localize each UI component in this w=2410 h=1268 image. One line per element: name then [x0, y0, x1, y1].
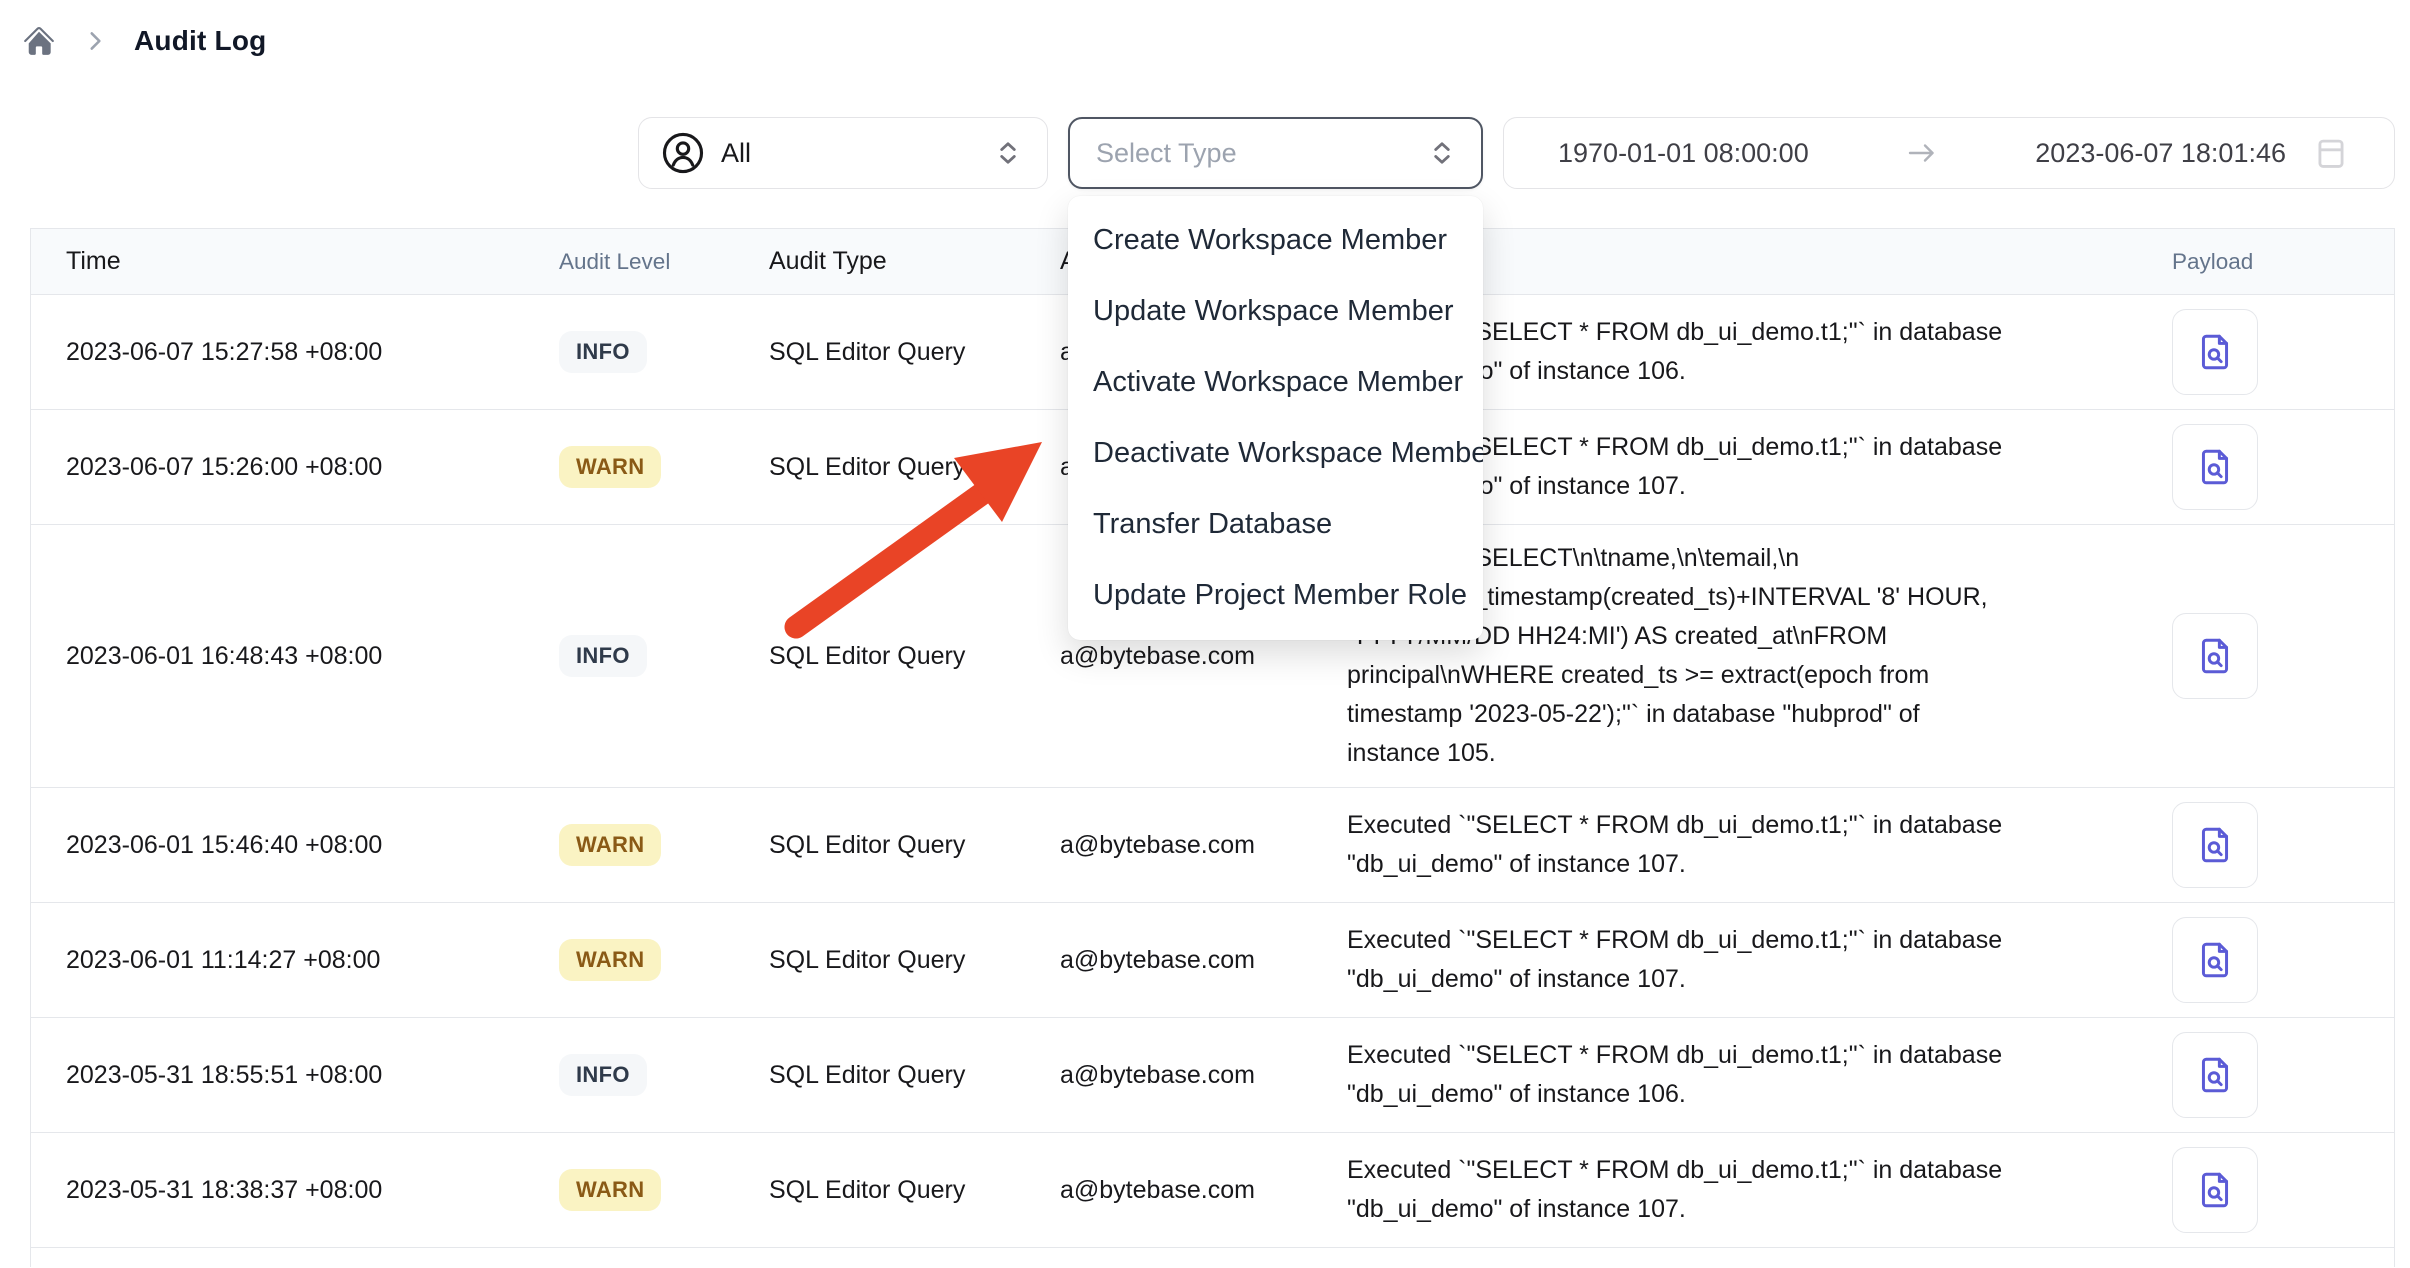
table-row: 2023-05-31 18:38:37 +08:00 WARN SQL Edit… — [31, 1133, 2394, 1248]
menu-item-activate-workspace-member[interactable]: Activate Workspace Member — [1068, 347, 1483, 418]
header-level: Audit Level — [524, 249, 734, 275]
payload-view-button[interactable] — [2172, 613, 2258, 699]
comment-cell: Executed `"SELECT * FROM db_ui_demo.t1;"… — [1312, 806, 2112, 884]
table-row: 2023-05-31 18:55:51 +08:00 INFO SQL Edit… — [31, 1018, 2394, 1133]
date-range-start[interactable]: 1970-01-01 08:00:00 — [1558, 138, 1809, 169]
file-search-icon — [2194, 824, 2236, 866]
payload-view-button[interactable] — [2172, 309, 2258, 395]
time-cell: 2023-05-31 18:55:51 +08:00 — [31, 1061, 524, 1090]
date-range-picker[interactable]: 1970-01-01 08:00:00 2023-06-07 18:01:46 — [1503, 117, 2395, 189]
arrow-right-icon — [1904, 135, 1940, 171]
file-search-icon — [2194, 331, 2236, 373]
actor-filter-select[interactable]: All — [638, 117, 1048, 189]
chevron-up-down-icon — [993, 138, 1023, 168]
payload-view-button[interactable] — [2172, 424, 2258, 510]
file-search-icon — [2194, 446, 2236, 488]
actor-cell: a@bytebase.com — [1025, 1061, 1312, 1090]
actor-cell: a@bytebase.com — [1025, 946, 1312, 975]
type-dropdown-menu: Create Workspace Member Update Workspace… — [1068, 196, 1483, 640]
menu-item-deactivate-workspace-member[interactable]: Deactivate Workspace Member — [1068, 418, 1483, 489]
comment-cell: Executed `"SELECT * FROM db_ui_demo.t1;"… — [1312, 1151, 2112, 1229]
payload-view-button[interactable] — [2172, 1147, 2258, 1233]
menu-item-create-workspace-member[interactable]: Create Workspace Member — [1068, 205, 1483, 276]
comment-cell: Executed `"SELECT * FROM db_ui_demo.t1;"… — [1312, 1036, 2112, 1114]
actor-filter-value: All — [721, 138, 751, 169]
person-circle-icon — [661, 131, 705, 175]
actor-cell: a@bytebase.com — [1025, 1176, 1312, 1205]
menu-item-update-workspace-member[interactable]: Update Workspace Member — [1068, 276, 1483, 347]
type-filter-select[interactable]: Select Type — [1068, 117, 1483, 189]
audit-level-badge: WARN — [559, 446, 661, 488]
date-range-end[interactable]: 2023-06-07 18:01:46 — [2035, 138, 2286, 169]
time-cell: 2023-06-07 15:27:58 +08:00 — [31, 338, 524, 367]
payload-view-button[interactable] — [2172, 917, 2258, 1003]
header-type: Audit Type — [734, 247, 1025, 276]
audit-type-cell: SQL Editor Query — [734, 453, 1025, 482]
file-search-icon — [2194, 1169, 2236, 1211]
filter-bar: All Select Type 1970-01-01 08:00:00 2023… — [638, 117, 2395, 189]
time-cell: 2023-06-01 11:14:27 +08:00 — [31, 946, 524, 975]
breadcrumb: Audit Log — [22, 24, 266, 58]
menu-item-update-project-member-role[interactable]: Update Project Member Role — [1068, 560, 1483, 631]
audit-type-cell: SQL Editor Query — [734, 946, 1025, 975]
actor-cell: a@bytebase.com — [1025, 642, 1312, 671]
header-time: Time — [31, 247, 524, 276]
actor-cell: a@bytebase.com — [1025, 831, 1312, 860]
audit-level-badge: INFO — [559, 1054, 647, 1096]
audit-level-badge: WARN — [559, 1169, 661, 1211]
audit-level-badge: WARN — [559, 824, 661, 866]
comment-cell: Executed `"SELECT * FROM db_ui_demo.t1;"… — [1312, 921, 2112, 999]
header-payload: Payload — [2112, 249, 2394, 275]
file-search-icon — [2194, 635, 2236, 677]
file-search-icon — [2194, 939, 2236, 981]
audit-level-badge: INFO — [559, 635, 647, 677]
payload-view-button[interactable] — [2172, 1032, 2258, 1118]
audit-type-cell: SQL Editor Query — [734, 1176, 1025, 1205]
type-filter-placeholder: Select Type — [1096, 138, 1237, 169]
time-cell: 2023-06-07 15:26:00 +08:00 — [31, 453, 524, 482]
table-row-partial — [31, 1248, 2394, 1267]
home-icon[interactable] — [22, 24, 56, 58]
table-row: 2023-06-01 15:46:40 +08:00 WARN SQL Edit… — [31, 788, 2394, 903]
payload-view-button[interactable] — [2172, 802, 2258, 888]
menu-item-transfer-database[interactable]: Transfer Database — [1068, 489, 1483, 560]
audit-type-cell: SQL Editor Query — [734, 1061, 1025, 1090]
audit-type-cell: SQL Editor Query — [734, 831, 1025, 860]
time-cell: 2023-05-31 18:38:37 +08:00 — [31, 1176, 524, 1205]
time-cell: 2023-06-01 15:46:40 +08:00 — [31, 831, 524, 860]
time-cell: 2023-06-01 16:48:43 +08:00 — [31, 642, 524, 671]
audit-level-badge: INFO — [559, 331, 647, 373]
page-title: Audit Log — [134, 25, 266, 57]
audit-type-cell: SQL Editor Query — [734, 338, 1025, 367]
table-row: 2023-06-01 11:14:27 +08:00 WARN SQL Edit… — [31, 903, 2394, 1018]
calendar-icon — [2312, 134, 2350, 172]
audit-log-page: Audit Log All Select Type 1970-01-01 08:… — [0, 0, 2410, 1268]
audit-type-cell: SQL Editor Query — [734, 642, 1025, 671]
file-search-icon — [2194, 1054, 2236, 1096]
chevron-right-icon — [82, 28, 108, 54]
chevron-up-down-icon — [1427, 138, 1457, 168]
audit-level-badge: WARN — [559, 939, 661, 981]
